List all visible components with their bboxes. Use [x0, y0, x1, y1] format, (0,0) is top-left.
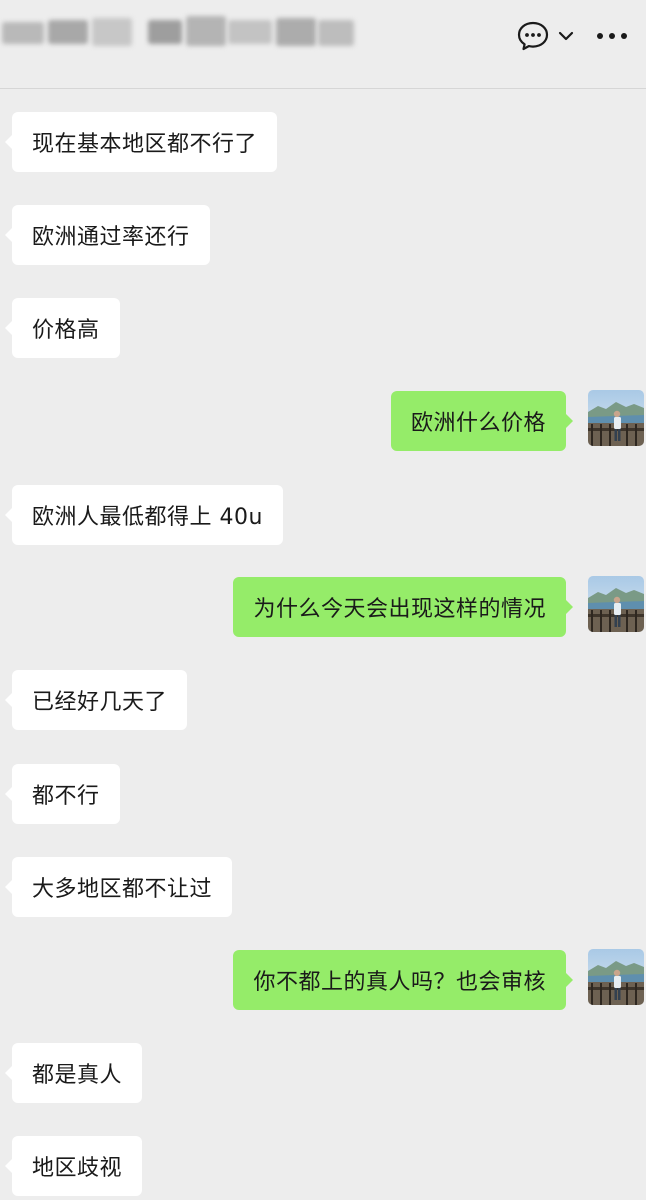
message-text: 地区歧视	[32, 1156, 123, 1181]
avatar[interactable]	[588, 949, 644, 1005]
sent-message[interactable]: 欧洲什么价格	[390, 391, 574, 451]
message-text: 你不都上的真人吗？也会审核	[253, 970, 546, 995]
chevron-down-icon[interactable]	[554, 19, 578, 53]
message-text: 为什么今天会出现这样的情况	[253, 597, 546, 622]
message-text: 都是真人	[32, 1063, 123, 1088]
message-text: 价格高	[32, 318, 100, 343]
avatar[interactable]	[588, 390, 644, 446]
blurred-contact-name	[0, 14, 360, 50]
message-text: 欧洲人最低都得上 40u	[32, 505, 263, 530]
received-message[interactable]: 欧洲通过率还行	[5, 205, 210, 265]
message-text: 欧洲什么价格	[410, 411, 546, 436]
avatar[interactable]	[588, 576, 644, 632]
message-text: 已经好几天了	[32, 690, 168, 715]
message-text: 欧洲通过率还行	[32, 225, 190, 250]
received-message[interactable]: 价格高	[5, 298, 120, 358]
message-text: 都不行	[32, 784, 100, 809]
message-text: 大多地区都不让过	[32, 877, 213, 902]
message-text: 现在基本地区都不行了	[32, 132, 258, 157]
sent-message[interactable]: 你不都上的真人吗？也会审核	[233, 950, 573, 1010]
received-message[interactable]: 欧洲人最低都得上 40u	[5, 485, 283, 545]
sent-message[interactable]: 为什么今天会出现这样的情况	[233, 577, 573, 637]
received-message[interactable]: 地区歧视	[4, 1136, 143, 1196]
received-message[interactable]: 大多地区都不让过	[4, 857, 233, 917]
received-message[interactable]: 都不行	[5, 764, 120, 824]
received-message[interactable]: 都是真人	[4, 1043, 143, 1103]
more-icon[interactable]	[592, 19, 632, 53]
received-message[interactable]: 现在基本地区都不行了	[4, 112, 278, 172]
chat-bubble-icon[interactable]	[516, 19, 550, 53]
received-message[interactable]: 已经好几天了	[4, 670, 188, 730]
chat-header	[0, 0, 646, 89]
